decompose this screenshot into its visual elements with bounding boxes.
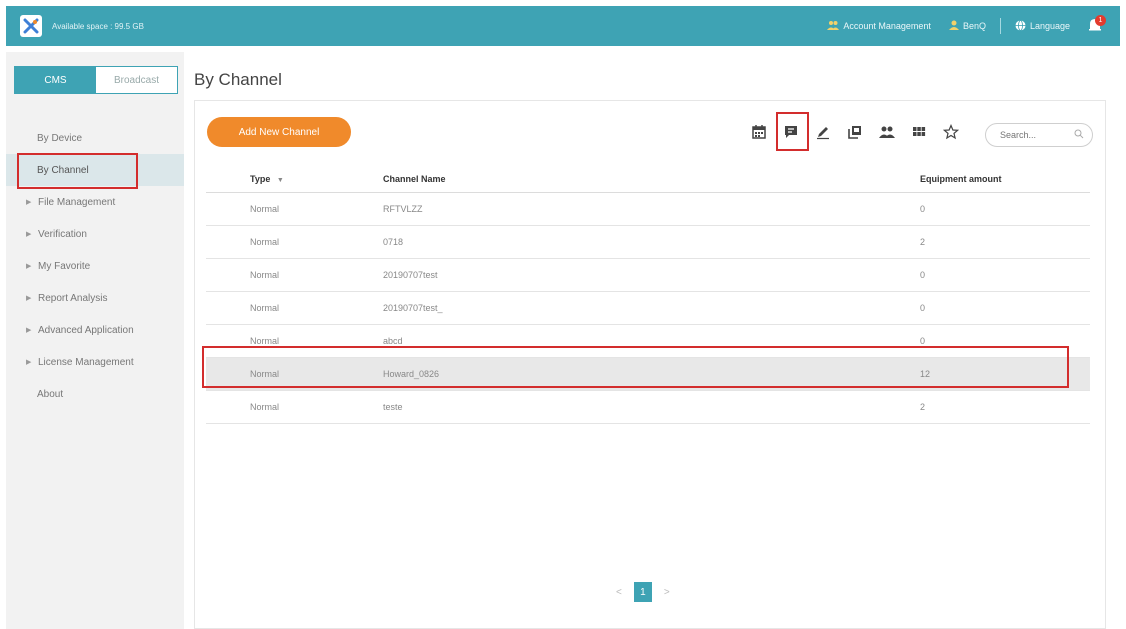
sidebar-item-label: By Channel bbox=[37, 164, 89, 176]
available-space: Available space : 99.5 GB bbox=[52, 21, 144, 31]
sort-down-icon: ▼ bbox=[276, 177, 284, 184]
type-cell: Normal bbox=[250, 369, 280, 379]
table-row[interactable]: Normal 20190707test_ 0 bbox=[206, 292, 1090, 325]
user-menu[interactable]: BenQ bbox=[943, 20, 992, 32]
globe-icon bbox=[1015, 19, 1026, 33]
sidebar-item-file-management[interactable]: ▶ File Management bbox=[6, 186, 184, 218]
type-cell: Normal bbox=[250, 204, 280, 214]
table-row[interactable]: Normal teste 2 bbox=[206, 391, 1090, 424]
caret-right-icon: ▶ bbox=[26, 295, 32, 302]
table-row[interactable]: Normal RFTVLZZ 0 bbox=[206, 193, 1090, 226]
sidebar-nav: By Device By Channel ▶ File Management ▶… bbox=[6, 122, 184, 410]
channel-name-cell: Howard_0826 bbox=[383, 369, 440, 379]
caret-right-icon: ▶ bbox=[26, 327, 32, 334]
language-label: Language bbox=[1029, 21, 1070, 31]
users-icon bbox=[827, 20, 840, 32]
page-number-button[interactable]: 1 bbox=[633, 582, 652, 602]
account-management-label: Account Management bbox=[843, 21, 931, 31]
user-icon bbox=[948, 20, 959, 32]
sidebar-item-label: File Management bbox=[38, 196, 116, 208]
top-bar: Available space : 99.5 GB Account Manage… bbox=[6, 6, 1120, 46]
account-management-link[interactable]: Account Management bbox=[821, 20, 937, 32]
channel-name-column-header[interactable]: Channel Name bbox=[383, 174, 920, 184]
type-cell: Normal bbox=[250, 237, 280, 247]
sidebar-item-label: My Favorite bbox=[38, 260, 91, 272]
sidebar-item-label: By Device bbox=[37, 132, 83, 144]
cms-tab[interactable]: CMS bbox=[15, 67, 96, 93]
type-cell: Normal bbox=[250, 402, 280, 412]
table-header: Type ▼ Channel Name Equipment amount bbox=[206, 166, 1090, 193]
mode-toggle: CMS Broadcast bbox=[14, 66, 178, 94]
channel-name-cell: 20190707test bbox=[383, 270, 438, 280]
equipment-amount-cell: 0 bbox=[920, 336, 926, 346]
sidebar-item-label: Advanced Application bbox=[38, 324, 134, 336]
caret-right-icon: ▶ bbox=[26, 359, 32, 366]
channel-name-cell: RFTVLZZ bbox=[383, 204, 423, 214]
type-cell: Normal bbox=[250, 303, 280, 313]
add-new-channel-button[interactable]: Add New Channel bbox=[207, 117, 351, 147]
app-logo[interactable] bbox=[20, 15, 42, 37]
language-menu[interactable]: Language bbox=[1009, 19, 1076, 33]
channel-name-cell: 0718 bbox=[383, 237, 404, 247]
sidebar-item-label: About bbox=[37, 388, 64, 400]
sidebar-item-by-channel[interactable]: By Channel bbox=[6, 154, 184, 186]
notification-badge: 1 bbox=[1095, 15, 1106, 26]
user-name: BenQ bbox=[962, 21, 986, 31]
equipment-amount-cell: 12 bbox=[920, 369, 931, 379]
copy-icon[interactable] bbox=[844, 121, 866, 143]
equipment-amount-cell: 0 bbox=[920, 303, 926, 313]
sidebar-item-about[interactable]: About bbox=[6, 378, 184, 410]
type-column-header[interactable]: Type ▼ bbox=[206, 174, 383, 184]
channel-name-cell: abcd bbox=[383, 336, 403, 346]
edit-icon[interactable] bbox=[812, 121, 834, 143]
equipment-amount-column-header[interactable]: Equipment amount bbox=[920, 174, 1090, 184]
sidebar-item-label: Verification bbox=[38, 228, 87, 240]
calendar-icon[interactable] bbox=[748, 121, 770, 143]
channel-table: Type ▼ Channel Name Equipment amount Nor… bbox=[206, 166, 1090, 424]
equipment-amount-cell: 2 bbox=[920, 402, 926, 412]
search-icon[interactable] bbox=[1074, 129, 1084, 141]
divider bbox=[999, 18, 1001, 34]
group-icon[interactable] bbox=[876, 121, 898, 143]
type-cell: Normal bbox=[250, 270, 280, 280]
type-cell: Normal bbox=[250, 336, 280, 346]
search-input[interactable] bbox=[998, 129, 1072, 141]
grid-icon[interactable] bbox=[908, 121, 930, 143]
channel-name-cell: teste bbox=[383, 402, 403, 412]
star-icon[interactable] bbox=[940, 121, 962, 143]
page-title: By Channel bbox=[194, 70, 282, 89]
next-page-button[interactable]: > bbox=[664, 587, 670, 598]
caret-right-icon: ▶ bbox=[26, 231, 32, 238]
sidebar-item-by-device[interactable]: By Device bbox=[6, 122, 184, 154]
sidebar-item-label: Report Analysis bbox=[38, 292, 108, 304]
table-row[interactable]: Normal 0718 2 bbox=[206, 226, 1090, 259]
pagination: < 1 > bbox=[616, 582, 670, 602]
column-label: Type bbox=[250, 174, 271, 184]
caret-right-icon: ▶ bbox=[26, 199, 32, 206]
sidebar-item-label: License Management bbox=[38, 356, 134, 368]
table-row-selected[interactable]: Normal Howard_0826 12 bbox=[206, 358, 1090, 391]
message-icon[interactable] bbox=[780, 121, 802, 143]
equipment-amount-cell: 2 bbox=[920, 237, 926, 247]
caret-right-icon: ▶ bbox=[26, 263, 32, 270]
notification-bell[interactable]: 1 bbox=[1082, 13, 1108, 39]
sidebar-item-license-management[interactable]: ▶ License Management bbox=[6, 346, 184, 378]
table-row[interactable]: Normal 20190707test 0 bbox=[206, 259, 1090, 292]
sidebar-item-advanced-application[interactable]: ▶ Advanced Application bbox=[6, 314, 184, 346]
toolbar bbox=[748, 120, 962, 144]
sidebar-item-report-analysis[interactable]: ▶ Report Analysis bbox=[6, 282, 184, 314]
prev-page-button[interactable]: < bbox=[616, 587, 622, 598]
table-row[interactable]: Normal abcd 0 bbox=[206, 325, 1090, 358]
equipment-amount-cell: 0 bbox=[920, 270, 926, 280]
broadcast-tab[interactable]: Broadcast bbox=[96, 67, 177, 93]
sidebar-item-my-favorite[interactable]: ▶ My Favorite bbox=[6, 250, 184, 282]
search-box bbox=[985, 123, 1093, 147]
sidebar-item-verification[interactable]: ▶ Verification bbox=[6, 218, 184, 250]
equipment-amount-cell: 0 bbox=[920, 204, 926, 214]
channel-name-cell: 20190707test_ bbox=[383, 303, 443, 313]
